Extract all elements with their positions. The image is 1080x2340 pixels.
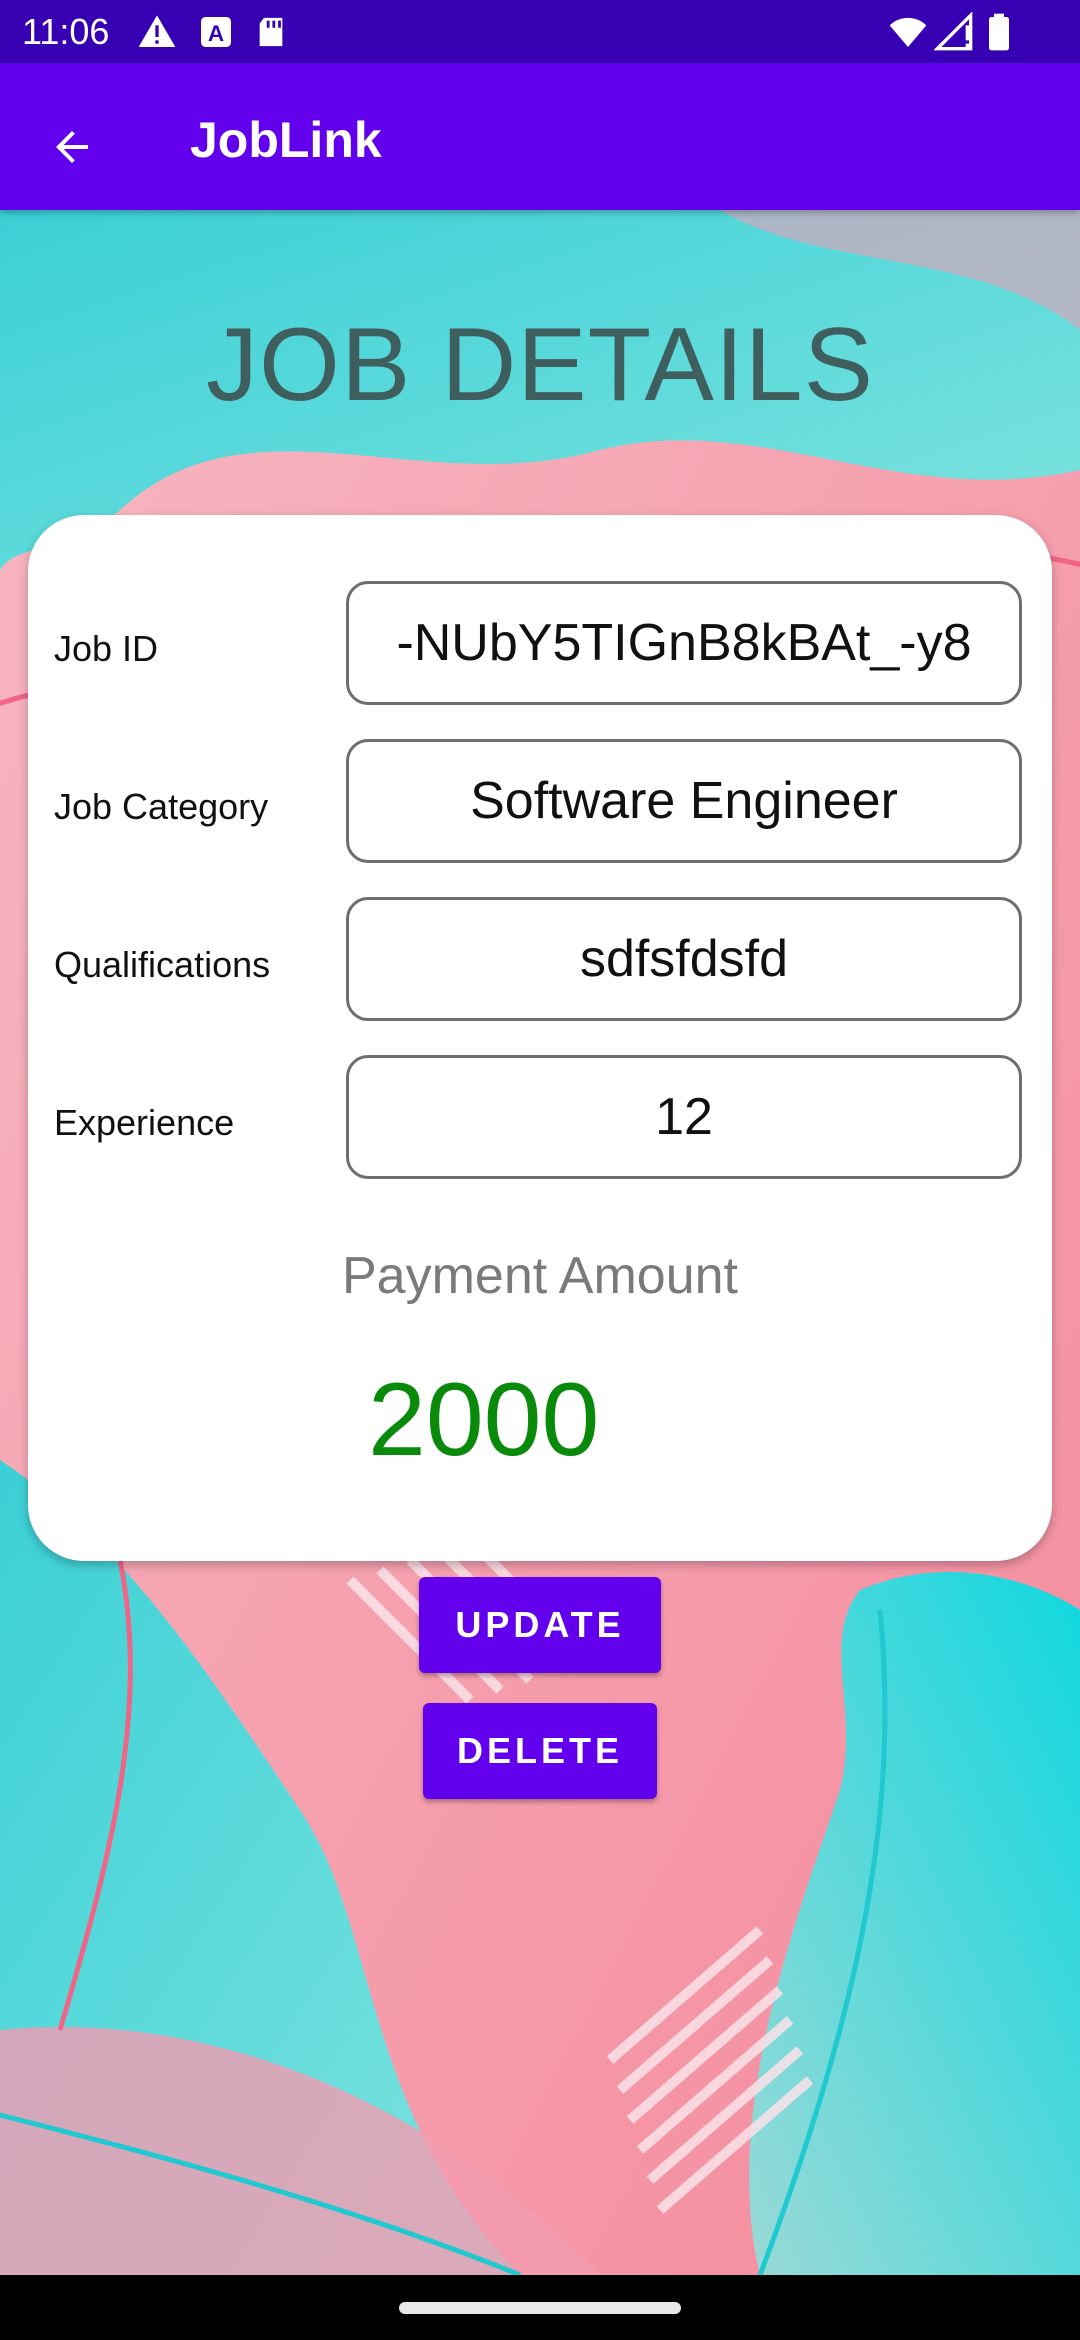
update-button[interactable]: UPDATE xyxy=(419,1577,661,1673)
a-notification-icon: A xyxy=(201,17,231,47)
page-heading: JOB DETAILS xyxy=(206,307,874,423)
job-id-label: Job ID xyxy=(54,628,159,669)
home-gesture-handle[interactable] xyxy=(399,2302,681,2314)
alert-icon xyxy=(138,15,176,48)
payment-amount-label: Payment Amount xyxy=(342,1247,738,1305)
delete-button[interactable]: DELETE xyxy=(423,1703,657,1799)
svg-text:A: A xyxy=(208,21,224,46)
screen: 11:06 A JobLink JOB DETAILS Job ID -NUbY… xyxy=(0,0,1080,2340)
job-category-field[interactable]: Software Engineer xyxy=(346,739,1022,863)
battery-icon xyxy=(989,13,1009,51)
experience-field[interactable]: 12 xyxy=(346,1055,1022,1179)
job-category-label: Job Category xyxy=(54,786,269,827)
app-title: JobLink xyxy=(190,112,382,168)
job-id-field[interactable]: -NUbY5TIGnB8kBAt_-y8 xyxy=(346,581,1022,705)
signal-icon xyxy=(934,12,973,51)
qualifications-label: Qualifications xyxy=(54,944,271,985)
back-button[interactable] xyxy=(30,105,114,189)
status-bar: 11:06 A xyxy=(0,0,1080,63)
job-details-card: Job ID -NUbY5TIGnB8kBAt_-y8 Job Category… xyxy=(28,515,1052,1561)
qualifications-field[interactable]: sdfsfdsfd xyxy=(346,897,1022,1021)
arrow-left-icon xyxy=(56,131,88,163)
status-time: 11:06 xyxy=(22,11,110,52)
app-bar: JobLink xyxy=(0,63,1080,210)
wifi-icon xyxy=(889,17,927,47)
sd-card-icon xyxy=(259,17,283,47)
experience-label: Experience xyxy=(54,1102,235,1143)
payment-amount-value[interactable]: 2000 xyxy=(368,1360,599,1480)
